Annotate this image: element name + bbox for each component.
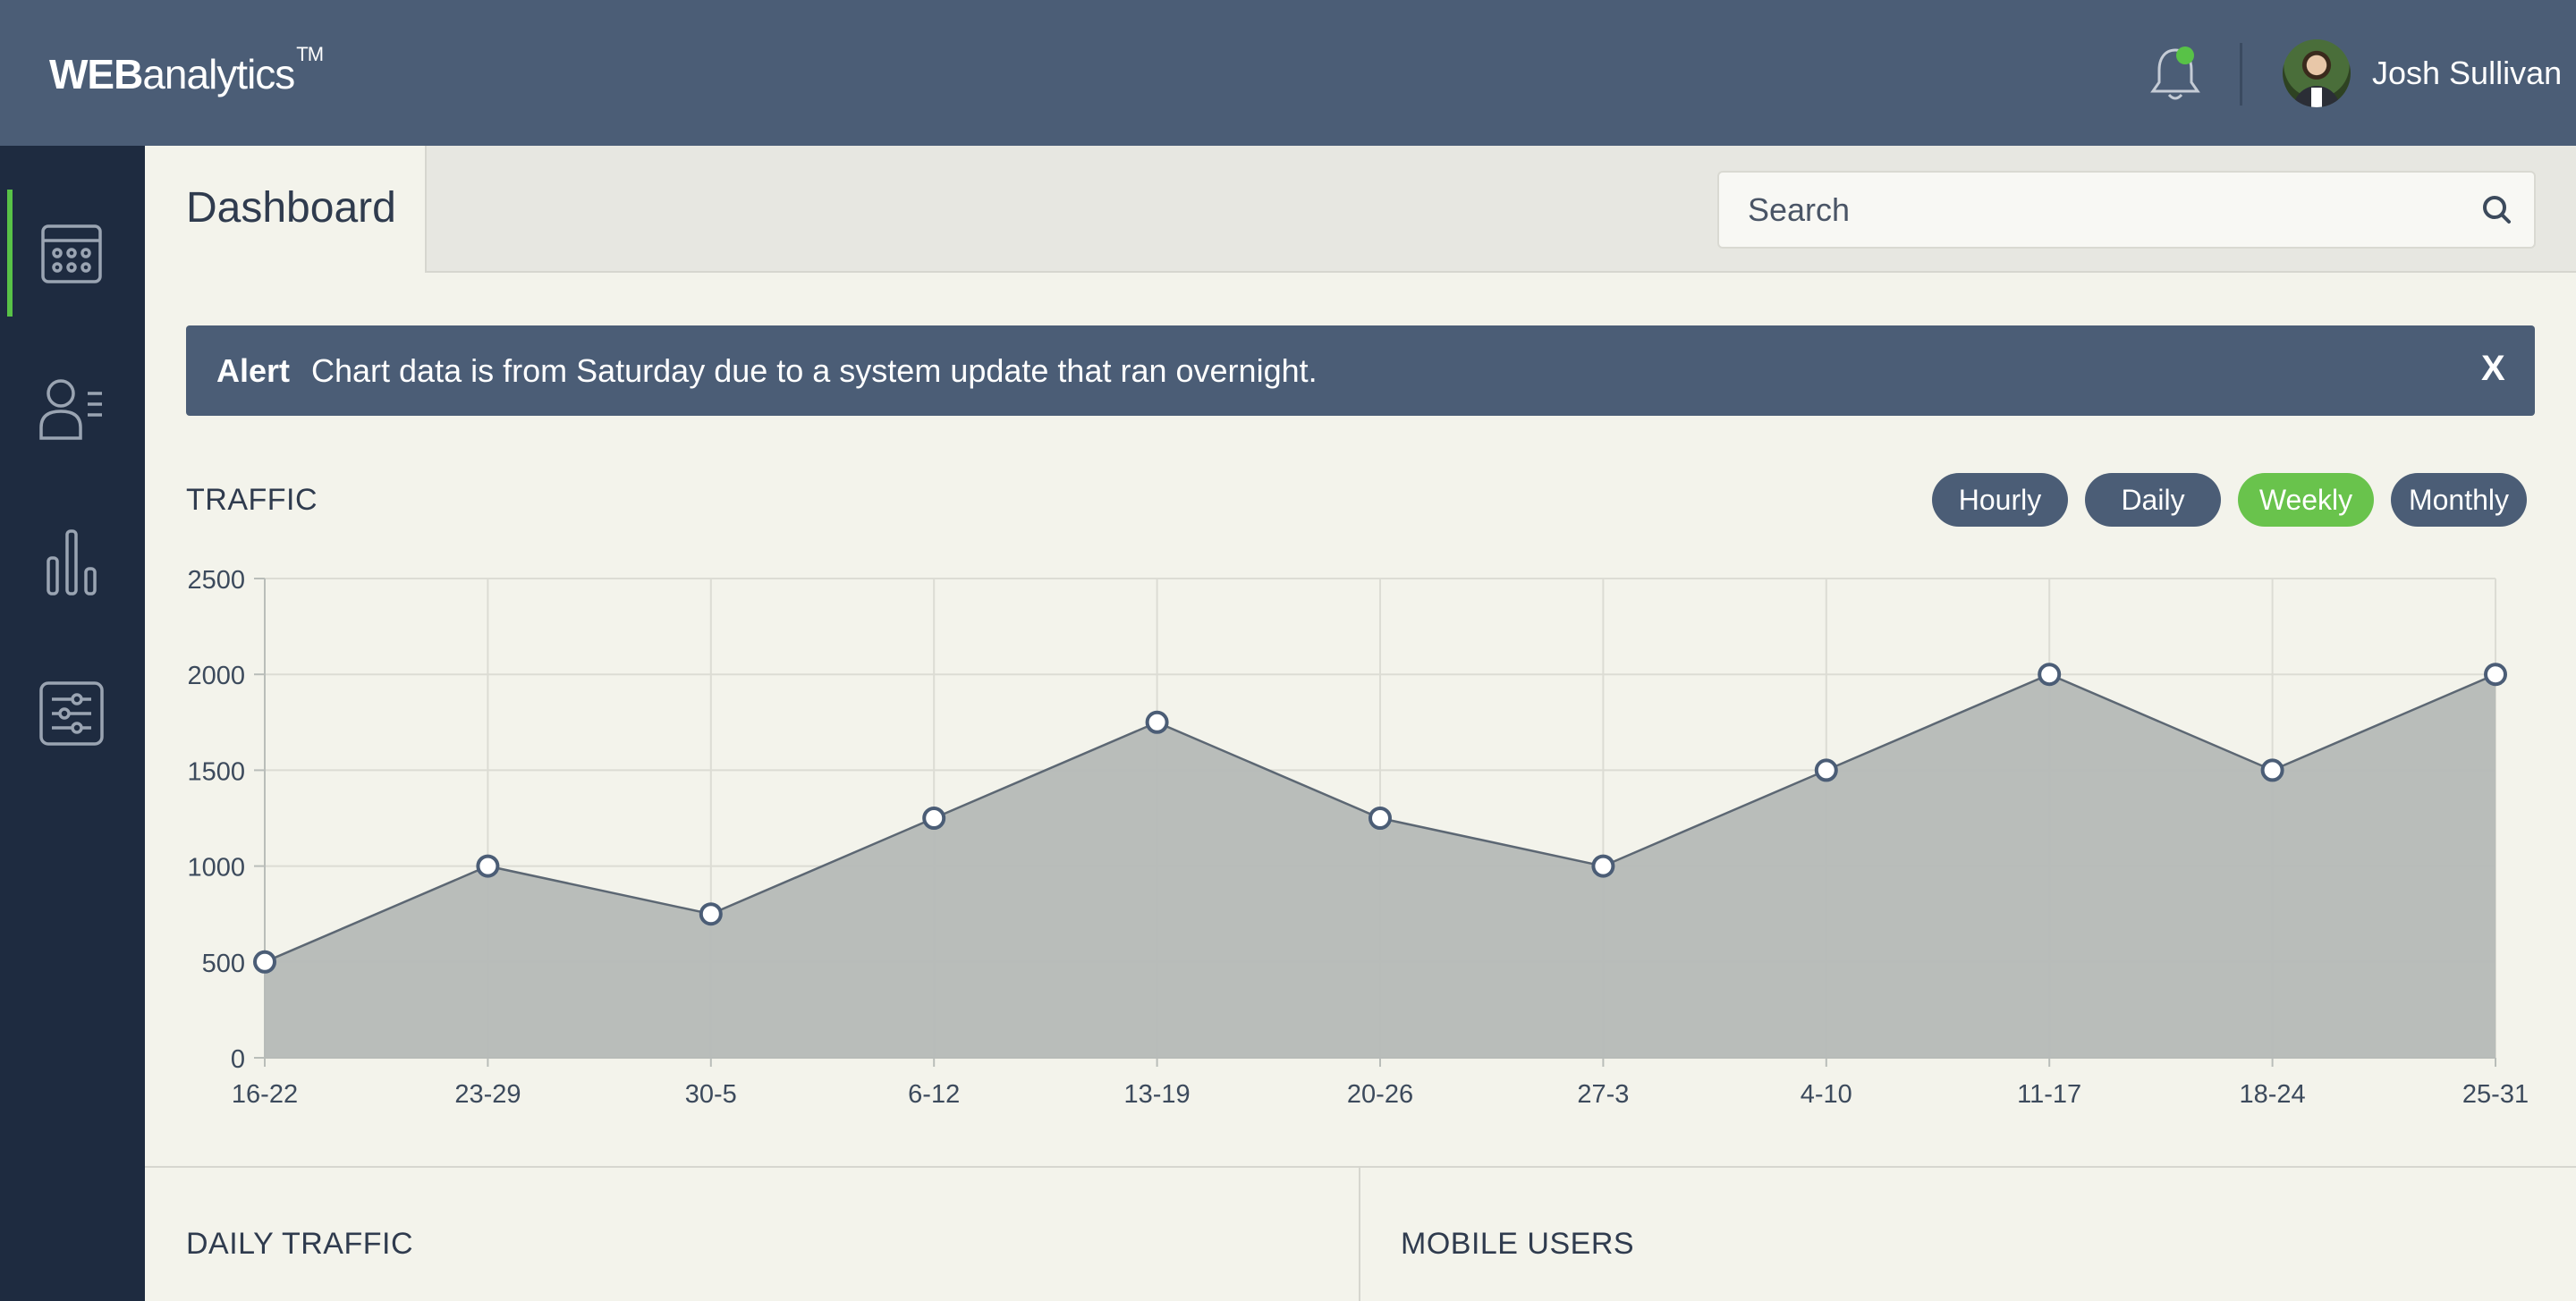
x-tick-label: 27-3	[1577, 1080, 1629, 1109]
alert-message: Chart data is from Saturday due to a sys…	[311, 352, 1318, 389]
data-point	[2260, 758, 2284, 782]
sidebar-item-dashboard[interactable]	[38, 217, 106, 289]
data-point	[2038, 663, 2062, 687]
range-weekly-button[interactable]: Weekly	[2238, 473, 2374, 527]
alert-title: Alert	[216, 352, 291, 389]
sidebar-item-reports[interactable]	[38, 528, 106, 599]
range-daily-button[interactable]: Daily	[2085, 473, 2221, 527]
data-point	[1368, 807, 1392, 830]
panel-divider-horizontal	[145, 1166, 2576, 1168]
user-list-icon	[39, 379, 102, 440]
sidebar-item-settings[interactable]	[38, 678, 106, 749]
y-tick-label: 2000	[187, 662, 245, 690]
x-tick-label: 25-31	[2462, 1080, 2529, 1109]
page-title: Dashboard	[186, 184, 396, 232]
data-point	[253, 950, 276, 974]
alert-banner: Alert Chart data is from Saturday due to…	[186, 325, 2535, 416]
notification-dot	[2176, 46, 2194, 64]
x-tick-label: 30-5	[685, 1080, 737, 1109]
app-logo[interactable]: WEBanalyticsTM	[49, 43, 324, 98]
avatar[interactable]	[2283, 39, 2351, 107]
data-point	[2484, 663, 2507, 687]
calendar-grid-icon	[41, 224, 102, 283]
data-point	[1591, 854, 1615, 878]
x-tick-label: 6-12	[908, 1080, 960, 1109]
range-hourly-button[interactable]: Hourly	[1932, 473, 2068, 527]
user-name[interactable]: Josh Sullivan	[2372, 55, 2562, 92]
y-tick-label: 1500	[187, 757, 245, 786]
x-tick-label: 16-22	[232, 1080, 298, 1109]
range-monthly-button[interactable]: Monthly	[2391, 473, 2527, 527]
y-tick-label: 0	[231, 1045, 245, 1074]
logo-bold-text: WEB	[49, 51, 143, 97]
y-tick-label: 2500	[187, 566, 245, 595]
logo-light-text: analytics	[142, 51, 295, 97]
top-divider	[2240, 43, 2242, 106]
page-title-tab: Dashboard	[145, 146, 427, 273]
y-tick-label: 1000	[187, 854, 245, 883]
traffic-title: TRAFFIC	[186, 483, 318, 517]
data-point	[922, 807, 946, 830]
x-tick-label: 13-19	[1124, 1080, 1191, 1109]
x-tick-label: 23-29	[454, 1080, 521, 1109]
data-point	[476, 854, 500, 878]
notification-bell-icon[interactable]	[2148, 45, 2202, 104]
bar-chart-icon	[47, 529, 97, 596]
top-bar: WEBanalyticsTM Josh Sullivan	[0, 0, 2576, 146]
search-box	[1717, 171, 2536, 249]
sidebar-item-users[interactable]	[38, 372, 106, 444]
x-tick-label: 18-24	[2240, 1080, 2306, 1109]
search-icon[interactable]	[2479, 192, 2515, 228]
x-tick-label: 20-26	[1347, 1080, 1413, 1109]
sliders-icon	[39, 681, 104, 746]
daily-traffic-title: DAILY TRAFFIC	[186, 1227, 413, 1261]
logo-trademark: TM	[296, 43, 324, 65]
search-input[interactable]	[1748, 190, 2445, 230]
mobile-users-title: MOBILE USERS	[1401, 1227, 1635, 1261]
data-point	[1814, 758, 1838, 782]
avatar-shirt	[2311, 88, 2322, 107]
panel-divider-vertical	[1359, 1168, 1360, 1301]
traffic-area-chart: 0 500 1000 1500 2000 2500 16-22 23-29 30-5 6-12 13…	[187, 566, 2529, 1109]
y-tick-label: 500	[202, 950, 245, 978]
sidebar-active-indicator	[7, 190, 13, 317]
alert-close-button[interactable]: X	[2481, 349, 2505, 389]
data-point	[699, 902, 723, 926]
x-tick-label: 4-10	[1801, 1080, 1852, 1109]
x-tick-label: 11-17	[2017, 1080, 2081, 1109]
data-point	[1145, 710, 1169, 734]
